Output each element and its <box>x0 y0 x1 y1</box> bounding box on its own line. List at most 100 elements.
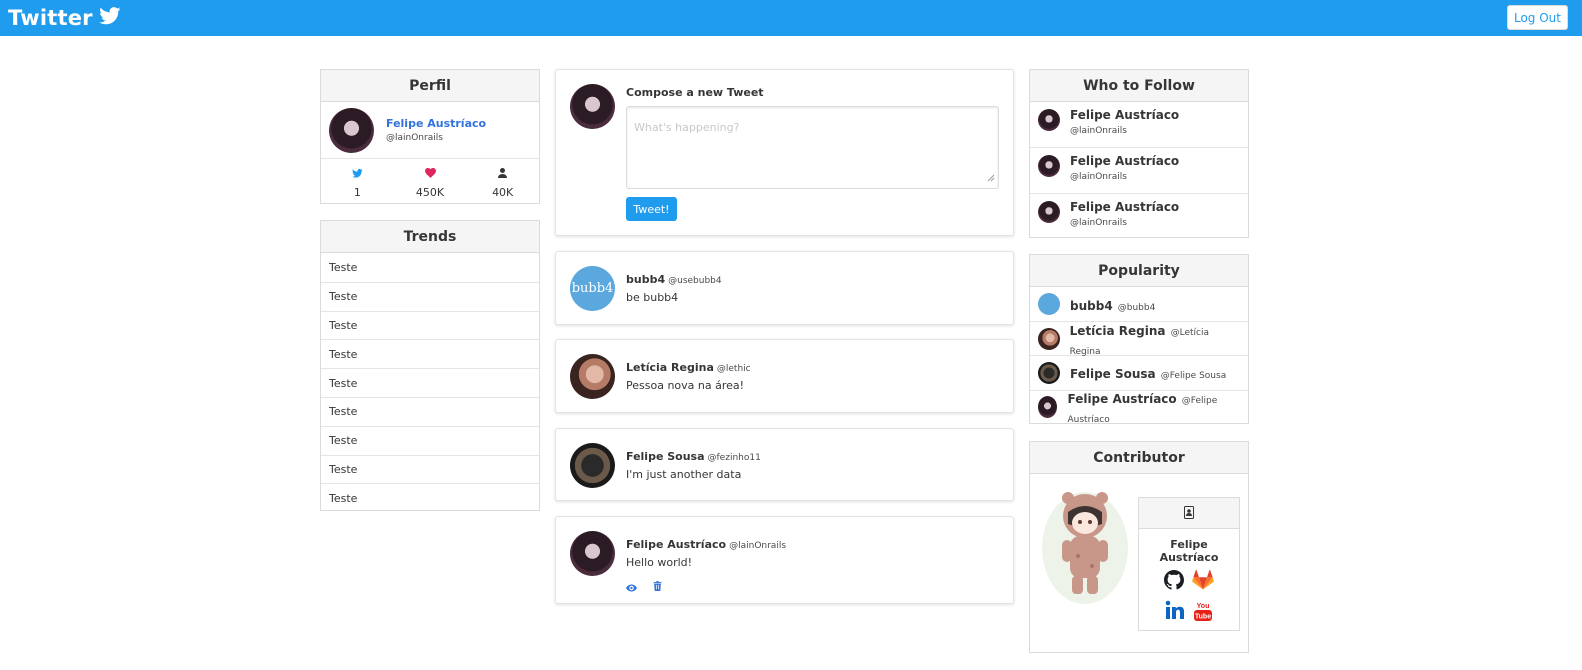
profile-name[interactable]: Felipe Austríaco <box>386 117 486 130</box>
tweet-text: be bubb4 <box>626 291 679 304</box>
trends-list: Teste Teste Teste Teste Teste Teste Test… <box>321 253 539 512</box>
avatar[interactable] <box>1038 200 1060 223</box>
popularity-item[interactable]: Felipe Sousa @Felipe Sousa <box>1030 355 1248 389</box>
popularity-title: Popularity <box>1030 255 1248 287</box>
popularity-panel: Popularity bubb4 @bubb4 Letícia Regina @… <box>1029 254 1249 425</box>
heart-icon <box>424 163 436 182</box>
tweet-textarea[interactable]: What's happening? <box>626 106 999 189</box>
popularity-item[interactable]: bubb4 @bubb4 <box>1030 287 1248 321</box>
popularity-item[interactable]: Felipe Austríaco @Felipe Austríaco <box>1030 389 1248 425</box>
popularity-handle: @Felipe Sousa <box>1160 371 1227 382</box>
trends-panel: Trends Teste Teste Teste Teste Teste Tes… <box>320 220 540 511</box>
who-to-follow-panel: Who to Follow Felipe Austríaco @lainOnrai… <box>1029 69 1249 238</box>
tweet-header: Felipe Austríaco @lainOnrails Hello world… <box>626 533 786 569</box>
trend-item[interactable]: Teste <box>321 483 539 512</box>
stat-likes[interactable]: 450K <box>394 159 467 203</box>
who-to-follow-list: Felipe Austríaco @lainOnrails Felipe Aust… <box>1030 102 1248 238</box>
tweet-textarea-placeholder: What's happening? <box>634 121 740 134</box>
trend-item[interactable]: Teste <box>321 425 539 455</box>
popularity-list: bubb4 @bubb4 Letícia Regina @Letícia Reg… <box>1030 287 1248 425</box>
avatar[interactable] <box>1038 293 1060 316</box>
id-badge-icon <box>1184 504 1194 523</box>
avatar[interactable] <box>1038 396 1058 419</box>
svg-text:Tube: Tube <box>1195 614 1211 621</box>
follow-item[interactable]: Felipe Austríaco @lainOnrails <box>1030 147 1248 192</box>
github-icon[interactable] <box>1164 570 1184 594</box>
brand[interactable]: Twitter <box>8 6 121 30</box>
follow-item[interactable]: Felipe Austríaco @lainOnrails <box>1030 192 1248 238</box>
brand-title: Twitter <box>8 6 93 30</box>
avatar[interactable] <box>570 531 615 576</box>
twitter-bird-icon <box>98 6 121 30</box>
avatar[interactable] <box>1038 109 1060 131</box>
tweet-author-handle: @lainOnrails <box>729 541 787 551</box>
avatar[interactable] <box>1038 327 1060 350</box>
contributor-name: Felipe Austríaco <box>1159 538 1219 564</box>
tweet-submit-button[interactable]: Tweet! <box>626 197 677 221</box>
linkedin-icon[interactable] <box>1165 600 1185 626</box>
tweet-author-name[interactable]: bubb4 <box>626 273 665 286</box>
contributor-panel: Contributor Felipe Austríaco You Tube <box>1029 441 1249 653</box>
avatar[interactable]: bubb4 <box>570 266 615 311</box>
bubb4-logo: bubb4 <box>571 281 614 296</box>
follow-name[interactable]: Felipe Austríaco <box>1070 200 1179 214</box>
gitlab-icon[interactable] <box>1192 569 1214 594</box>
follow-handle: @lainOnrails <box>1070 217 1127 228</box>
trend-item[interactable]: Teste <box>321 253 539 282</box>
youtube-icon[interactable]: You Tube <box>1193 600 1213 626</box>
tweet-author-name[interactable]: Felipe Austríaco <box>626 538 726 551</box>
popularity-name[interactable]: Letícia Regina <box>1070 324 1166 338</box>
stat-value: 450K <box>415 186 445 199</box>
social-links: You Tube <box>1139 569 1239 626</box>
compose-title: Compose a new Tweet <box>626 86 764 99</box>
compose-card: Compose a new Tweet What's happening? Tw… <box>555 69 1014 236</box>
trend-item[interactable]: Teste <box>321 281 539 311</box>
popularity-name[interactable]: Felipe Austríaco <box>1067 392 1176 406</box>
profile-panel-title: Perfil <box>321 70 539 102</box>
tweet-author-name[interactable]: Letícia Regina <box>626 361 714 374</box>
tweet-header: Felipe Sousa @fezinho11 I'm just another … <box>626 445 761 481</box>
avatar[interactable] <box>570 443 615 488</box>
follow-name[interactable]: Felipe Austríaco <box>1070 108 1179 122</box>
avatar[interactable] <box>1038 361 1060 384</box>
tweet-text: Hello world! <box>626 556 693 569</box>
popularity-item[interactable]: Letícia Regina @Letícia Regina <box>1030 321 1248 357</box>
follow-name[interactable]: Felipe Austríaco <box>1070 154 1179 168</box>
tweet-card: Felipe Austríaco @lainOnrails Hello world… <box>555 516 1014 604</box>
trends-panel-title: Trends <box>321 221 539 253</box>
tweet-card: Felipe Sousa @fezinho11 I'm just another … <box>555 428 1014 501</box>
tweet-card: bubb4 bubb4 @usebubb4 be bubb4 <box>555 251 1014 325</box>
follow-handle: @lainOnrails <box>1070 172 1127 183</box>
profile-panel: Perfil Felipe Austríaco @lainOnrails 1 4… <box>320 69 540 204</box>
contributor-illustration <box>1040 486 1130 606</box>
stat-value: 1 <box>353 186 361 199</box>
stat-tweets[interactable]: 1 <box>321 159 394 203</box>
popularity-name[interactable]: bubb4 <box>1070 299 1113 313</box>
eye-icon[interactable] <box>626 577 637 596</box>
avatar[interactable] <box>570 84 615 129</box>
popularity-handle: @bubb4 <box>1117 302 1156 313</box>
trend-item[interactable]: Teste <box>321 339 539 368</box>
who-to-follow-title: Who to Follow <box>1030 70 1248 102</box>
logout-button[interactable]: Log Out <box>1507 5 1568 30</box>
tweet-header: Letícia Regina @lethic Pessoa nova na áre… <box>626 356 751 392</box>
trend-item[interactable]: Teste <box>321 454 539 484</box>
avatar[interactable] <box>329 107 374 153</box>
trend-item[interactable]: Teste <box>321 368 539 397</box>
trash-icon[interactable] <box>653 576 662 595</box>
navbar: Twitter Log Out <box>0 0 1582 36</box>
tweet-header: bubb4 @usebubb4 be bubb4 <box>626 268 722 304</box>
avatar[interactable] <box>570 354 615 399</box>
tweet-author-name[interactable]: Felipe Sousa <box>626 450 705 463</box>
stat-followers[interactable]: 40K <box>466 159 539 203</box>
trend-item[interactable]: Teste <box>321 310 539 340</box>
tweet-text: Pessoa nova na área! <box>626 379 745 392</box>
follow-handle: @lainOnrails <box>1070 126 1127 136</box>
contributor-card: Felipe Austríaco You Tube <box>1138 497 1240 631</box>
popularity-name[interactable]: Felipe Sousa <box>1070 367 1156 381</box>
follow-item[interactable]: Felipe Austríaco @lainOnrails <box>1030 102 1248 147</box>
profile-user: Felipe Austríaco @lainOnrails <box>321 102 539 159</box>
twitter-bird-icon <box>351 163 363 182</box>
avatar[interactable] <box>1038 155 1060 178</box>
trend-item[interactable]: Teste <box>321 396 539 426</box>
